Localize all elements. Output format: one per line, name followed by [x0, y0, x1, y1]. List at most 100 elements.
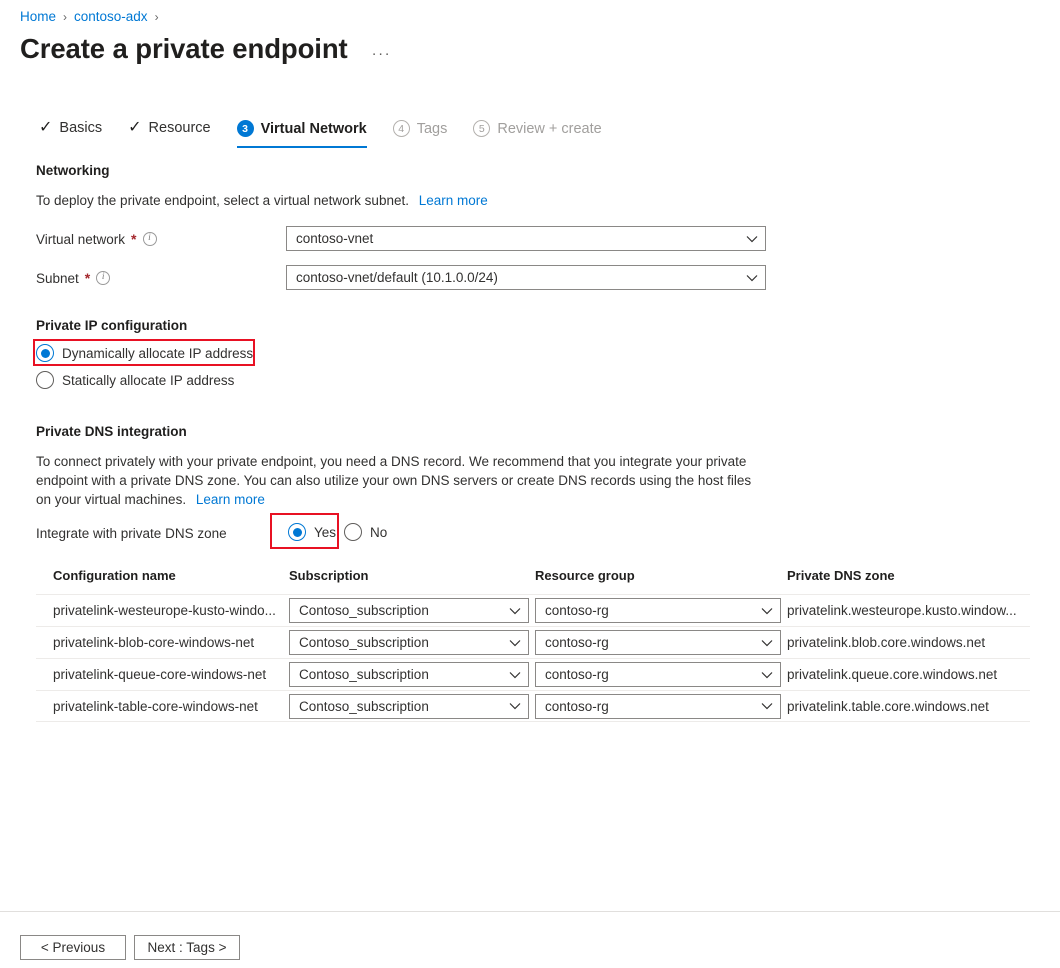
title-row: Create a private endpoint ··· — [20, 33, 396, 64]
cell-configuration-name: privatelink-blob-core-windows-net — [53, 635, 255, 650]
table-row: privatelink-westeurope-kusto-windo... Co… — [36, 594, 1030, 626]
radio-statically-allocate[interactable]: Statically allocate IP address — [36, 371, 234, 389]
networking-description-text: To deploy the private endpoint, select a… — [36, 193, 409, 208]
column-header-configuration-name: Configuration name — [53, 568, 176, 583]
private-dns-learn-more-link[interactable]: Learn more — [196, 492, 265, 507]
radio-dynamically-allocate-label: Dynamically allocate IP address — [62, 345, 254, 361]
previous-button[interactable]: < Previous — [20, 935, 126, 960]
step-number-icon: 4 — [392, 120, 410, 137]
cell-subscription: Contoso_subscription — [289, 662, 535, 687]
chevron-down-icon — [761, 607, 773, 614]
table-row: privatelink-blob-core-windows-net Contos… — [36, 626, 1030, 658]
column-header-private-dns-zone: Private DNS zone — [787, 568, 895, 583]
step-number-icon: 5 — [473, 120, 491, 137]
tab-review-create[interactable]: 5 Review + create — [460, 118, 614, 148]
breadcrumb: Home › contoso-adx › — [20, 9, 159, 24]
radio-button-icon — [344, 523, 362, 541]
subscription-value: Contoso_subscription — [299, 667, 429, 682]
networking-description: To deploy the private endpoint, select a… — [36, 191, 488, 210]
table-row: privatelink-table-core-windows-net Conto… — [36, 690, 1030, 722]
breadcrumb-separator-icon-2: › — [154, 9, 159, 24]
chevron-down-icon — [509, 639, 521, 646]
resource-group-value: contoso-rg — [545, 603, 609, 618]
subscription-dropdown[interactable]: Contoso_subscription — [289, 693, 529, 719]
private-dns-description-text: To connect privately with your private e… — [36, 454, 752, 507]
resource-group-dropdown[interactable]: contoso-rg — [535, 598, 781, 623]
page-title: Create a private endpoint — [20, 33, 348, 64]
resource-group-dropdown[interactable]: contoso-rg — [535, 662, 781, 687]
table-row: privatelink-queue-core-windows-net Conto… — [36, 658, 1030, 690]
subscription-dropdown[interactable]: Contoso_subscription — [289, 662, 529, 687]
cell-subscription: Contoso_subscription — [289, 630, 535, 655]
subnet-value: contoso-vnet/default (10.1.0.0/24) — [296, 270, 498, 285]
footer-divider — [0, 911, 1060, 912]
subscription-dropdown[interactable]: Contoso_subscription — [289, 598, 529, 623]
virtual-network-dropdown[interactable]: contoso-vnet — [286, 226, 766, 251]
cell-private-dns-zone: privatelink.blob.core.windows.net — [787, 635, 986, 650]
info-icon[interactable]: i — [96, 271, 111, 285]
subscription-value: Contoso_subscription — [299, 635, 429, 650]
radio-button-icon — [36, 344, 54, 362]
chevron-down-icon — [746, 274, 758, 281]
cell-private-dns-zone: privatelink.table.core.windows.net — [787, 698, 989, 714]
cell-resource-group: contoso-rg — [535, 630, 787, 655]
cell-subscription: Contoso_subscription — [289, 598, 535, 623]
check-icon: ✓ — [128, 119, 142, 136]
more-options-icon[interactable]: ··· — [368, 43, 396, 64]
tab-tags[interactable]: 4 Tags — [380, 118, 461, 148]
radio-statically-allocate-label: Statically allocate IP address — [62, 372, 235, 388]
cell-resource-group: contoso-rg — [535, 662, 787, 687]
cell-private-dns-zone: privatelink.queue.core.windows.net — [787, 667, 998, 682]
cell-resource-group: contoso-rg — [535, 598, 787, 623]
virtual-network-label-text: Virtual network — [36, 231, 126, 247]
private-dns-heading: Private DNS integration — [36, 424, 187, 439]
breadcrumb-item-contoso-adx[interactable]: contoso-adx — [74, 9, 148, 24]
resource-group-dropdown[interactable]: contoso-rg — [535, 693, 781, 719]
check-icon: ✓ — [39, 119, 53, 136]
resource-group-value: contoso-rg — [545, 635, 609, 650]
breadcrumb-item-home[interactable]: Home — [20, 9, 56, 24]
cell-configuration-name: privatelink-westeurope-kusto-windo... — [53, 603, 276, 618]
integrate-dns-label: Integrate with private DNS zone — [36, 526, 227, 541]
private-ip-heading: Private IP configuration — [36, 318, 188, 333]
networking-learn-more-link[interactable]: Learn more — [419, 193, 488, 208]
radio-integrate-yes[interactable]: Yes — [288, 523, 336, 541]
radio-button-icon — [36, 371, 54, 389]
subnet-label: Subnet * i — [36, 270, 111, 286]
cell-subscription: Contoso_subscription — [289, 693, 535, 719]
tab-resource-label: Resource — [148, 120, 211, 136]
tab-basics-label: Basics — [59, 120, 103, 136]
subscription-dropdown[interactable]: Contoso_subscription — [289, 630, 529, 655]
column-header-resource-group: Resource group — [535, 568, 635, 583]
virtual-network-label: Virtual network * i — [36, 231, 157, 247]
virtual-network-value: contoso-vnet — [296, 231, 374, 246]
tab-virtual-network[interactable]: 3 Virtual Network — [224, 118, 380, 148]
radio-integrate-no[interactable]: No — [344, 523, 387, 541]
networking-heading: Networking — [36, 163, 110, 178]
cell-configuration-name: privatelink-queue-core-windows-net — [53, 667, 267, 682]
subnet-dropdown[interactable]: contoso-vnet/default (10.1.0.0/24) — [286, 265, 766, 290]
table-header-row: Configuration name Subscription Resource… — [36, 568, 1030, 594]
subscription-value: Contoso_subscription — [299, 698, 429, 714]
create-private-endpoint-page: Home › contoso-adx › Create a private en… — [0, 0, 1060, 968]
resource-group-dropdown[interactable]: contoso-rg — [535, 630, 781, 655]
required-marker: * — [84, 270, 91, 286]
resource-group-value: contoso-rg — [545, 667, 609, 682]
next-tags-button[interactable]: Next : Tags > — [134, 935, 240, 960]
dns-configuration-table: Configuration name Subscription Resource… — [36, 568, 1030, 722]
resource-group-value: contoso-rg — [545, 698, 609, 714]
required-marker: * — [131, 231, 137, 247]
step-number-icon: 3 — [236, 120, 254, 137]
chevron-down-icon — [761, 639, 773, 646]
tab-resource[interactable]: ✓ Resource — [115, 118, 223, 147]
tab-basics[interactable]: ✓ Basics — [26, 118, 115, 147]
radio-dynamically-allocate[interactable]: Dynamically allocate IP address — [36, 344, 253, 362]
chevron-down-icon — [509, 671, 521, 678]
column-header-subscription: Subscription — [289, 568, 369, 583]
info-icon[interactable]: i — [142, 232, 157, 246]
chevron-down-icon — [746, 235, 758, 242]
cell-resource-group: contoso-rg — [535, 693, 787, 719]
integrate-dns-label-text: Integrate with private DNS zone — [36, 526, 227, 541]
radio-button-icon — [288, 523, 306, 541]
cell-private-dns-zone: privatelink.westeurope.kusto.window... — [787, 603, 1017, 618]
